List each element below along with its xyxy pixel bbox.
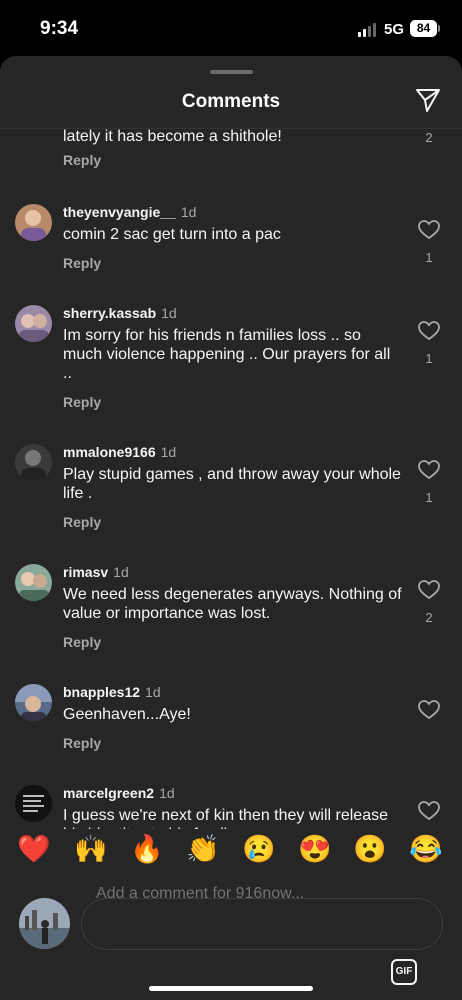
username-row: rimasv 1d [63,564,129,580]
reaction-clap[interactable]: 👏 [185,831,221,867]
reaction-heart[interactable]: ❤️ [16,831,52,867]
reply-button[interactable]: Reply [63,735,101,751]
username-row: marcelgreen2 1d [63,785,175,801]
like-count: 2 [425,610,433,625]
comment-time: 1d [180,204,197,220]
status-time: 9:34 [40,18,79,39]
heart-icon[interactable] [418,580,440,600]
paper-plane-icon[interactable] [414,86,442,114]
avatar[interactable] [15,305,52,342]
reaction-bar: ❤️ 🙌 🔥 👏 😢 😍 😮 😂 [0,831,462,871]
gif-button[interactable]: GIF [391,959,417,985]
like-count: 1 [425,250,433,265]
username[interactable]: marcelgreen2 [63,785,154,801]
username-row: sherry.kassab 1d [63,305,177,321]
reply-button[interactable]: Reply [63,634,101,650]
username[interactable]: mmalone9166 [63,444,156,460]
like-count: 1 [425,490,433,505]
reply-button[interactable]: Reply [63,514,101,530]
avatar[interactable] [15,444,52,481]
reaction-raised-hands[interactable]: 🙌 [73,831,109,867]
home-indicator [149,986,313,991]
reply-button[interactable]: Reply [63,255,101,271]
reaction-fire[interactable]: 🔥 [129,831,165,867]
comment-text: lately it has become a shithole! [63,129,282,145]
heart-icon[interactable] [418,801,440,821]
username[interactable]: bnapples12 [63,684,140,700]
reaction-surprised[interactable]: 😮 [352,831,388,867]
reaction-heart-eyes[interactable]: 😍 [297,831,333,867]
comments-sheet: Comments lately it has become a shithole… [0,56,462,1000]
comment-text: We need less degenerates anyways. Nothin… [63,586,402,622]
network-type: 5G [384,21,405,38]
comment-input-placeholder: Add a comment for 916now... [96,885,305,902]
comment-input[interactable] [81,898,443,950]
avatar[interactable] [15,204,52,241]
current-user-avatar [19,898,70,949]
comment-time: 1d [159,785,175,801]
comment-time: 1d [145,684,161,700]
username[interactable]: theyenvyangie__ [63,204,176,220]
heart-icon[interactable] [418,700,440,720]
comment-text: I guess we're next of kin then they will… [63,807,388,829]
comments-list[interactable]: lately it has become a shithole! Reply 2… [0,129,462,829]
like-count: 1 [425,351,433,366]
avatar[interactable] [15,684,52,721]
reply-button[interactable]: Reply [63,394,101,410]
like-count: 2 [425,130,433,145]
heart-icon[interactable] [418,321,440,341]
username-row: theyenvyangie__ 1d [63,204,196,220]
comment-time: 1d [113,564,129,580]
sheet-title: Comments [181,91,281,112]
avatar[interactable] [15,785,52,822]
reply-button[interactable]: Reply [63,152,101,168]
sheet-grabber[interactable] [210,70,253,74]
comment-text: comin 2 sac get turn into a pac [63,226,281,243]
heart-icon[interactable] [418,460,440,480]
username-row: mmalone9166 1d [63,444,176,460]
status-bar: 9:34 5G 84 [0,0,462,56]
reaction-cry[interactable]: 😢 [241,831,277,867]
reaction-laugh[interactable]: 😂 [408,831,444,867]
heart-icon[interactable] [418,220,440,240]
comment-time: 1d [161,305,177,321]
username[interactable]: rimasv [63,564,108,580]
comment-text: Play stupid games , and throw away your … [63,466,401,502]
signal-icon [358,23,378,37]
battery-icon: 84 [410,20,440,37]
username-row: bnapples12 1d [63,684,161,700]
comment-text: Geenhaven...Aye! [63,706,191,723]
comment-text: Im sorry for his friends n families loss… [63,327,391,382]
username[interactable]: sherry.kassab [63,305,156,321]
avatar[interactable] [15,564,52,601]
comment-time: 1d [160,444,177,460]
